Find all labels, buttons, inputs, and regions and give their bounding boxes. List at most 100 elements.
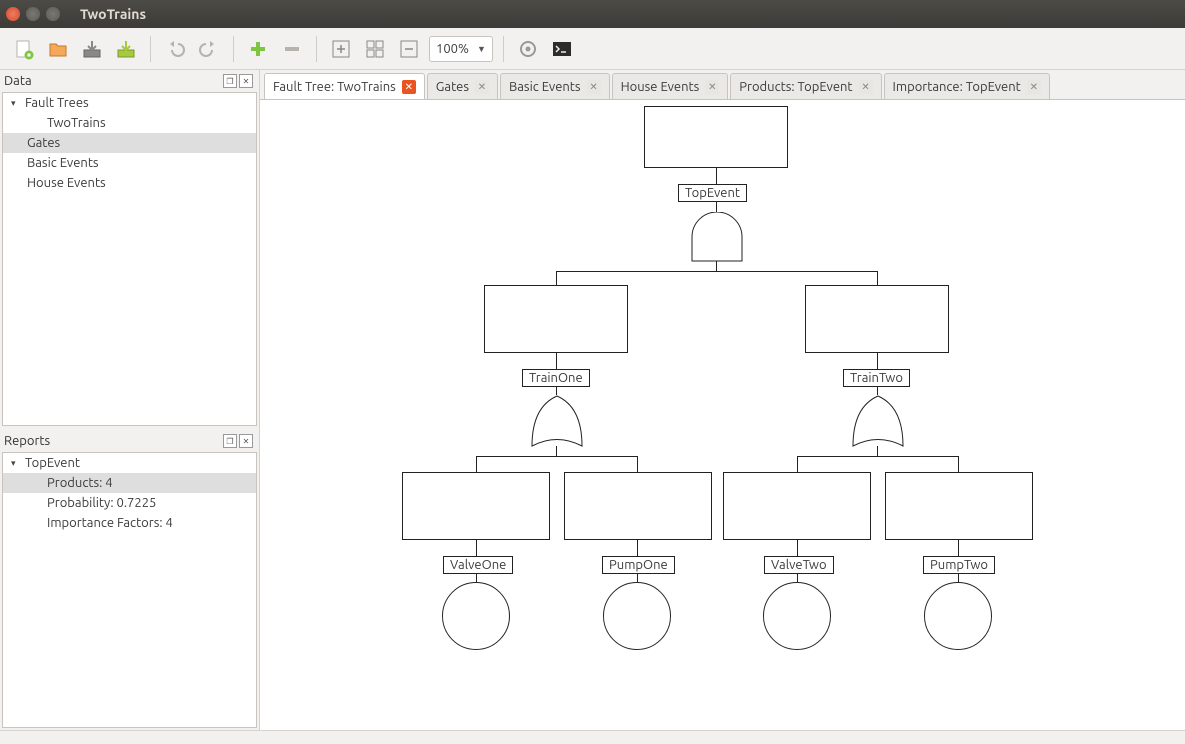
- diagram-canvas[interactable]: TopEvent TrainOne TrainTwo: [260, 100, 1185, 730]
- connector: [476, 456, 638, 457]
- reports-panel-header: Reports ❐ ✕: [0, 430, 259, 452]
- connector: [556, 446, 557, 456]
- tree-item-gates[interactable]: Gates: [3, 133, 256, 153]
- window-minimize-button[interactable]: [26, 7, 40, 21]
- tree-item-house-events[interactable]: House Events: [3, 173, 256, 193]
- or-gate-icon: [852, 395, 904, 447]
- zoom-in-button[interactable]: [327, 35, 355, 63]
- connector: [958, 540, 959, 556]
- data-tree[interactable]: ▾Fault Trees TwoTrains Gates Basic Event…: [2, 92, 257, 426]
- tab-close-icon[interactable]: ✕: [587, 80, 601, 94]
- pump-one-label: PumpOne: [602, 556, 675, 574]
- save-button[interactable]: [78, 35, 106, 63]
- train-two-box[interactable]: [805, 285, 949, 353]
- tab-close-icon[interactable]: ✕: [402, 80, 416, 94]
- connector: [637, 540, 638, 556]
- reports-tree[interactable]: ▾TopEvent Products: 4 Probability: 0.722…: [2, 452, 257, 728]
- connector: [716, 202, 717, 212]
- content-area: Fault Tree: TwoTrains✕ Gates✕ Basic Even…: [260, 70, 1185, 730]
- collapse-icon[interactable]: ▾: [11, 94, 21, 112]
- tab-close-icon[interactable]: ✕: [1027, 80, 1041, 94]
- zoom-select[interactable]: 100% ▼: [429, 36, 493, 62]
- pump-one-box[interactable]: [564, 472, 712, 540]
- and-gate-icon: [691, 212, 743, 262]
- connector: [716, 168, 717, 184]
- reports-products[interactable]: Products: 4: [3, 473, 256, 493]
- tab-close-icon[interactable]: ✕: [705, 80, 719, 94]
- connector: [877, 446, 878, 456]
- panel-close-icon[interactable]: ✕: [239, 74, 253, 88]
- connector: [716, 261, 717, 271]
- connector: [476, 456, 477, 472]
- tab-gates[interactable]: Gates✕: [427, 73, 498, 99]
- data-panel-header: Data ❐ ✕: [0, 70, 259, 92]
- connector: [797, 456, 798, 472]
- tab-fault-tree[interactable]: Fault Tree: TwoTrains✕: [264, 73, 425, 99]
- connector: [556, 353, 557, 369]
- reports-importance[interactable]: Importance Factors: 4: [3, 513, 256, 533]
- valve-two-box[interactable]: [723, 472, 871, 540]
- train-two-label: TrainTwo: [843, 369, 910, 387]
- main-toolbar: 100% ▼: [0, 28, 1185, 70]
- undo-button[interactable]: [161, 35, 189, 63]
- tree-item-project[interactable]: TwoTrains: [3, 113, 256, 133]
- panel-close-icon[interactable]: ✕: [239, 434, 253, 448]
- panel-detach-icon[interactable]: ❐: [223, 434, 237, 448]
- connector: [556, 271, 557, 285]
- toolbar-separator: [503, 36, 504, 62]
- connector: [476, 574, 477, 582]
- window-title: TwoTrains: [80, 6, 146, 22]
- remove-button[interactable]: [278, 35, 306, 63]
- connector: [797, 540, 798, 556]
- valve-one-circle[interactable]: [442, 582, 510, 650]
- connector: [958, 574, 959, 582]
- tab-close-icon[interactable]: ✕: [475, 80, 489, 94]
- zoom-out-button[interactable]: [395, 35, 423, 63]
- reports-probability[interactable]: Probability: 0.7225: [3, 493, 256, 513]
- tab-basic-events[interactable]: Basic Events✕: [500, 73, 610, 99]
- pump-two-circle[interactable]: [924, 582, 992, 650]
- window-maximize-button[interactable]: [46, 7, 60, 21]
- toolbar-separator: [233, 36, 234, 62]
- pump-one-circle[interactable]: [603, 582, 671, 650]
- reports-root[interactable]: ▾TopEvent: [3, 453, 256, 473]
- valve-two-circle[interactable]: [763, 582, 831, 650]
- zoom-value: 100%: [436, 42, 469, 56]
- terminal-button[interactable]: [548, 35, 576, 63]
- or-gate-icon: [531, 395, 583, 447]
- connector: [877, 353, 878, 369]
- connector: [877, 387, 878, 395]
- connector: [476, 540, 477, 556]
- data-panel-title: Data: [4, 74, 32, 88]
- open-file-button[interactable]: [44, 35, 72, 63]
- tree-item-basic-events[interactable]: Basic Events: [3, 153, 256, 173]
- toolbar-separator: [150, 36, 151, 62]
- redo-button[interactable]: [195, 35, 223, 63]
- save-as-button[interactable]: [112, 35, 140, 63]
- add-button[interactable]: [244, 35, 272, 63]
- toolbar-separator: [316, 36, 317, 62]
- connector: [797, 574, 798, 582]
- tab-products[interactable]: Products: TopEvent✕: [730, 73, 881, 99]
- top-event-box[interactable]: [644, 106, 788, 168]
- window-close-button[interactable]: [6, 7, 20, 21]
- settings-button[interactable]: [514, 35, 542, 63]
- connector: [637, 456, 638, 472]
- valve-one-box[interactable]: [402, 472, 550, 540]
- tab-close-icon[interactable]: ✕: [859, 80, 873, 94]
- tab-importance[interactable]: Importance: TopEvent✕: [884, 73, 1050, 99]
- new-file-button[interactable]: [10, 35, 38, 63]
- panel-detach-icon[interactable]: ❐: [223, 74, 237, 88]
- tab-house-events[interactable]: House Events✕: [612, 73, 729, 99]
- connector: [877, 271, 878, 285]
- fit-button[interactable]: [361, 35, 389, 63]
- train-one-label: TrainOne: [522, 369, 590, 387]
- pump-two-box[interactable]: [885, 472, 1033, 540]
- tree-root-fault-trees[interactable]: ▾Fault Trees: [3, 93, 256, 113]
- train-one-box[interactable]: [484, 285, 628, 353]
- valve-two-label: ValveTwo: [764, 556, 834, 574]
- connector: [556, 271, 878, 272]
- sidebar: Data ❐ ✕ ▾Fault Trees TwoTrains Gates Ba…: [0, 70, 260, 730]
- collapse-icon[interactable]: ▾: [11, 454, 21, 472]
- chevron-down-icon: ▼: [477, 44, 486, 54]
